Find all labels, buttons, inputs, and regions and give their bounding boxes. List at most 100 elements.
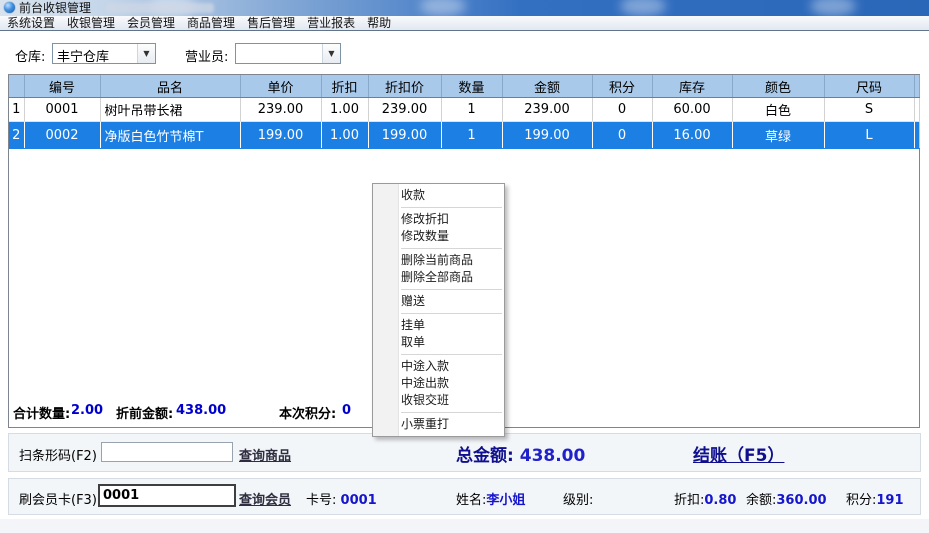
toolbar: 仓库: 丰宁仓库 ▼ 营业员: ▼ — [0, 31, 929, 74]
menu-item-shift-change[interactable]: 收银交班 — [373, 392, 504, 409]
menu-item-delete-current-item[interactable]: 删除当前商品 — [373, 252, 504, 269]
app-icon — [4, 2, 15, 13]
pre-discount-label: 折前金额: — [116, 403, 173, 422]
cell-rownum: 1 — [9, 98, 24, 122]
col-header-discount-price: 折扣价 — [368, 75, 441, 98]
menu-cashier-management[interactable]: 收银管理 — [62, 16, 120, 30]
warehouse-label: 仓库: — [15, 46, 45, 65]
cell-stock: 16.00 — [652, 122, 732, 149]
cell-points: 0 — [592, 98, 652, 122]
cell-points: 0 — [592, 122, 652, 149]
menu-item-reprint-receipt[interactable]: 小票重打 — [373, 416, 504, 433]
session-points-value: 0 — [342, 403, 351, 418]
total-amount-label: 总金额: — [456, 446, 514, 466]
barcode-input[interactable] — [101, 442, 233, 462]
member-balance-label: 余额: — [746, 493, 776, 508]
titlebar-glass-highlight — [810, 0, 856, 16]
menu-product-management[interactable]: 商品管理 — [182, 16, 240, 30]
menu-bar: 系统设置 收银管理 会员管理 商品管理 售后管理 营业报表 帮助 — [0, 16, 929, 31]
cell-price: 239.00 — [240, 98, 321, 122]
menu-system-settings[interactable]: 系统设置 — [2, 16, 60, 30]
menu-item-cash-in[interactable]: 中途入款 — [373, 358, 504, 375]
menu-separator — [401, 313, 502, 314]
col-header-discount: 折扣 — [321, 75, 368, 98]
card-number-value: 0001 — [341, 493, 377, 508]
titlebar-glass-highlight — [620, 0, 666, 16]
cell-size: S — [824, 98, 914, 122]
cell-name: 树叶吊带长裙 — [100, 98, 240, 122]
sales-table: 编号 品名 单价 折扣 折扣价 数量 金额 积分 库存 颜色 尺码 1 0 — [9, 75, 920, 149]
pre-discount-value: 438.00 — [176, 403, 226, 418]
cell-filler — [914, 122, 919, 149]
cell-color: 白色 — [732, 98, 824, 122]
cell-rownum: 2 — [9, 122, 24, 149]
cell-discount: 1.00 — [321, 98, 368, 122]
cell-price: 199.00 — [240, 122, 321, 149]
total-qty-label: 合计数量: — [13, 403, 70, 422]
window-title: 前台收银管理 — [19, 1, 91, 15]
member-card-input[interactable] — [98, 484, 236, 507]
cell-stock: 60.00 — [652, 98, 732, 122]
col-header-price: 单价 — [240, 75, 321, 98]
member-balance-value: 360.00 — [776, 493, 826, 508]
menu-help[interactable]: 帮助 — [362, 16, 396, 30]
col-header-name: 品名 — [100, 75, 240, 98]
menu-item-delete-all-items[interactable]: 删除全部商品 — [373, 269, 504, 286]
member-discount-label: 折扣: — [674, 493, 704, 508]
cell-discount-price: 239.00 — [368, 98, 441, 122]
total-qty-value: 2.00 — [71, 403, 103, 418]
menu-separator — [401, 354, 502, 355]
table-row[interactable]: 1 0001 树叶吊带长裙 239.00 1.00 239.00 1 239.0… — [9, 98, 919, 122]
menu-business-reports[interactable]: 营业报表 — [302, 16, 360, 30]
col-header-qty: 数量 — [441, 75, 502, 98]
menu-item-modify-quantity[interactable]: 修改数量 — [373, 228, 504, 245]
menu-item-modify-discount[interactable]: 修改折扣 — [373, 211, 504, 228]
query-product-link[interactable]: 查询商品 — [239, 445, 291, 464]
member-panel: 刷会员卡(F3) 查询会员 卡号: 0001 姓名:李小姐 级别: 折扣:0.8… — [8, 478, 921, 515]
menu-aftersales-management[interactable]: 售后管理 — [242, 16, 300, 30]
menu-item-retrieve-order[interactable]: 取单 — [373, 334, 504, 351]
member-balance: 余额:360.00 — [746, 489, 827, 508]
col-header-color: 颜色 — [732, 75, 824, 98]
app-window: 前台收银管理 系统设置 收银管理 会员管理 商品管理 售后管理 营业报表 帮助 … — [0, 0, 929, 533]
cell-qty: 1 — [441, 98, 502, 122]
cell-discount: 1.00 — [321, 122, 368, 149]
cell-qty: 1 — [441, 122, 502, 149]
col-header-amount: 金额 — [502, 75, 592, 98]
cell-filler — [914, 98, 919, 122]
menu-item-gift[interactable]: 赠送 — [373, 293, 504, 310]
member-points: 积分:191 — [846, 489, 904, 508]
clerk-select[interactable]: ▼ — [235, 43, 341, 64]
member-name-label: 姓名: — [456, 493, 486, 508]
member-level-label: 级别: — [563, 493, 593, 508]
total-amount: 总金额: 438.00 — [456, 441, 585, 466]
chevron-down-icon[interactable]: ▼ — [137, 44, 155, 63]
member-name: 姓名:李小姐 — [456, 489, 525, 508]
menu-item-collect-payment[interactable]: 收款 — [373, 187, 504, 204]
chevron-down-icon[interactable]: ▼ — [322, 44, 340, 63]
clerk-label: 营业员: — [185, 46, 228, 65]
table-row-selected[interactable]: 2 0002 净版白色竹节棉T 199.00 1.00 199.00 1 199… — [9, 122, 919, 149]
member-discount-value: 0.80 — [704, 493, 736, 508]
member-points-value: 191 — [876, 493, 903, 508]
cell-code: 0002 — [24, 122, 100, 149]
query-member-link[interactable]: 查询会员 — [239, 489, 291, 508]
col-header-size: 尺码 — [824, 75, 914, 98]
barcode-panel: 扫条形码(F2) 查询商品 总金额: 438.00 结账（F5） — [8, 433, 921, 472]
col-header-filler — [914, 75, 919, 98]
menu-separator — [401, 248, 502, 249]
blurred-watermark — [106, 3, 214, 13]
menu-item-hold-order[interactable]: 挂单 — [373, 317, 504, 334]
menu-member-management[interactable]: 会员管理 — [122, 16, 180, 30]
member-points-label: 积分: — [846, 493, 876, 508]
cell-code: 0001 — [24, 98, 100, 122]
cell-discount-price: 199.00 — [368, 122, 441, 149]
warehouse-select[interactable]: 丰宁仓库 ▼ — [52, 43, 156, 64]
member-card-label: 刷会员卡(F3) — [19, 489, 97, 508]
checkout-button[interactable]: 结账（F5） — [693, 441, 784, 466]
cell-size: L — [824, 122, 914, 149]
menu-item-cash-out[interactable]: 中途出款 — [373, 375, 504, 392]
context-menu: 收款 修改折扣 修改数量 删除当前商品 删除全部商品 赠送 挂单 取单 中途入款… — [372, 183, 505, 437]
barcode-label: 扫条形码(F2) — [19, 445, 97, 464]
cell-name: 净版白色竹节棉T — [100, 122, 240, 149]
